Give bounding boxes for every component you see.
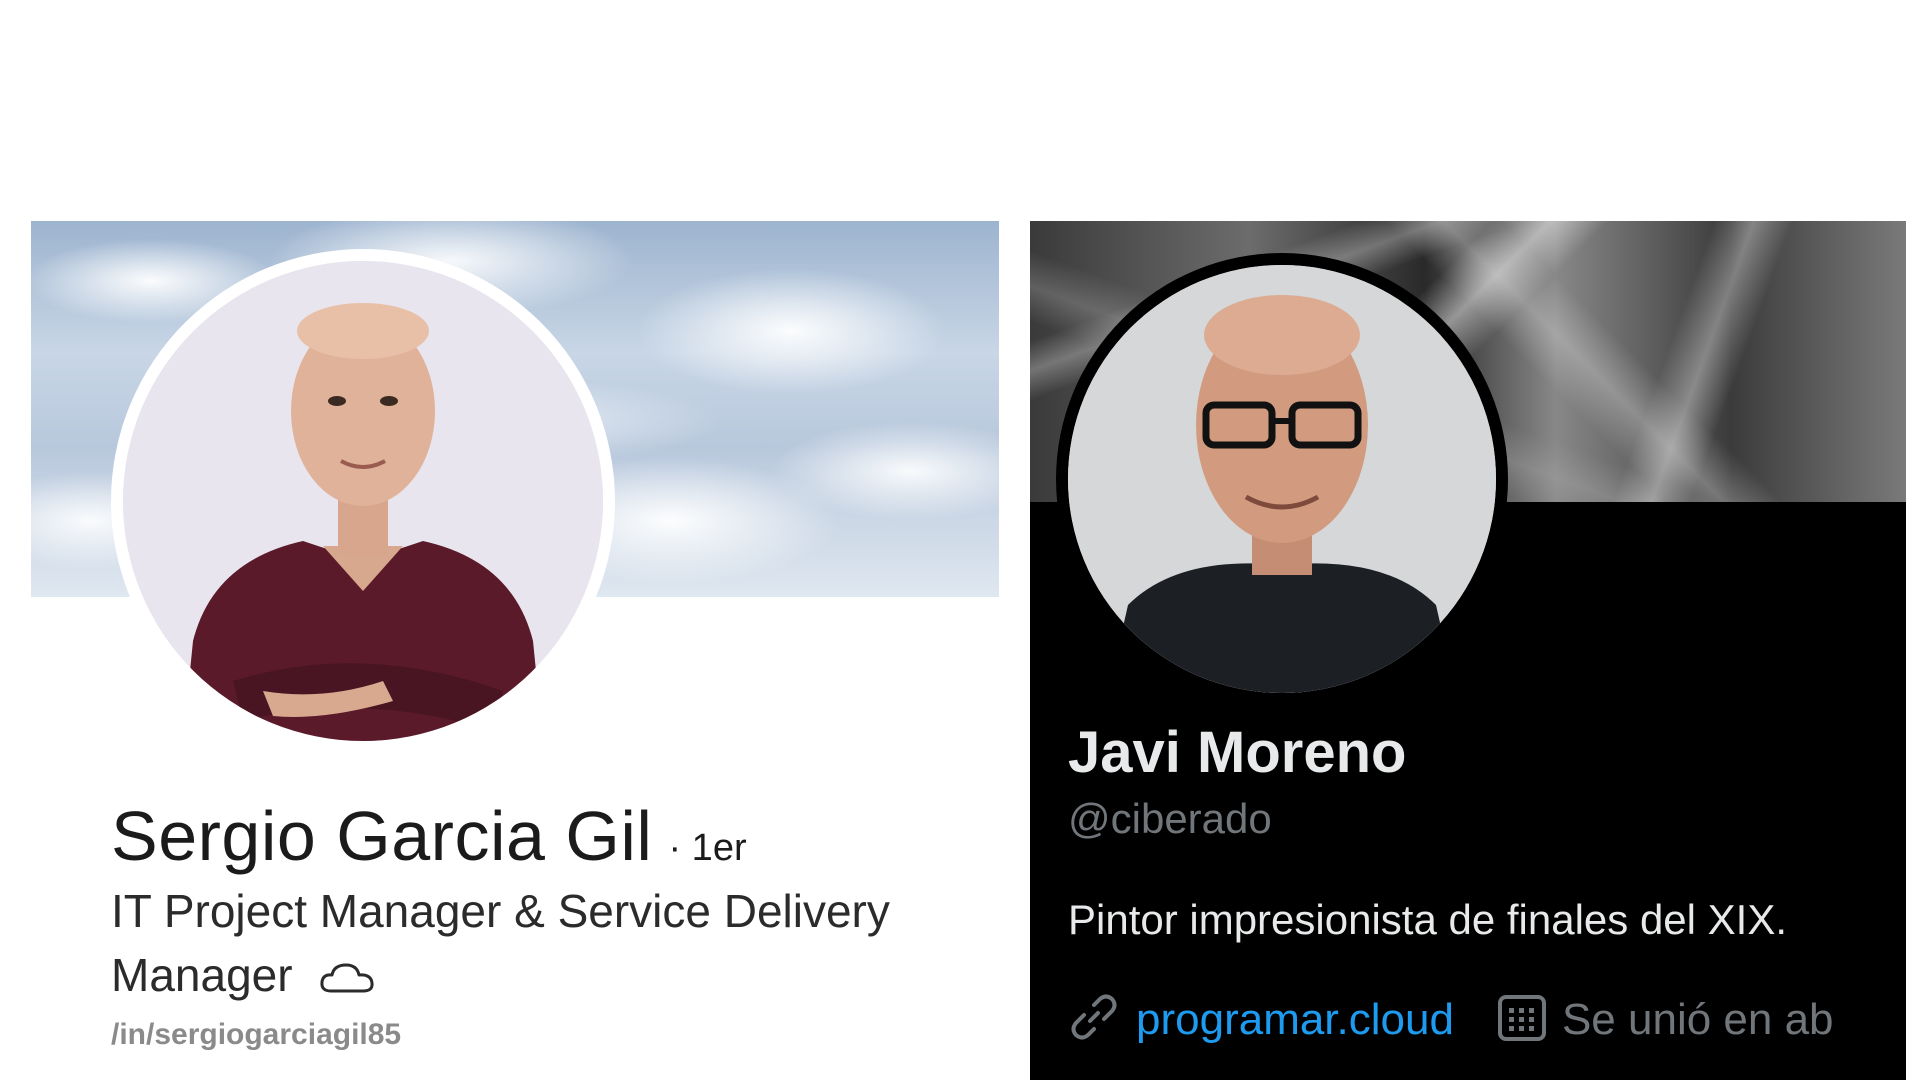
linkedin-profile-card: Sergio Garcia Gil · 1er IT Project Manag… (31, 221, 999, 1080)
connection-degree: · 1er (668, 827, 747, 869)
twitter-display-name: Javi Moreno (1068, 720, 1407, 785)
calendar-icon (1496, 991, 1548, 1048)
twitter-profile-card: Javi Moreno @ciberado Pintor impresionis… (1030, 221, 1906, 1080)
linkedin-name-row: Sergio Garcia Gil · 1er (111, 796, 747, 876)
twitter-avatar[interactable] (1068, 265, 1496, 693)
twitter-website-link[interactable]: programar.cloud (1136, 995, 1454, 1045)
linkedin-headline: IT Project Manager & Service Delivery Ma… (111, 879, 991, 1011)
linkedin-headline-text: IT Project Manager & Service Delivery Ma… (111, 885, 890, 1001)
link-icon (1068, 991, 1120, 1048)
linkedin-avatar[interactable] (123, 261, 603, 741)
cloud-icon (319, 947, 375, 1011)
twitter-handle: @ciberado (1068, 795, 1272, 842)
twitter-bio: Pintor impresionista de finales del XIX. (1068, 896, 1788, 943)
twitter-profile-meta: programar.cloud Se unió en ab (1068, 991, 1834, 1048)
twitter-join-date: Se unió en ab (1561, 994, 1834, 1044)
linkedin-name: Sergio Garcia Gil (111, 797, 653, 875)
linkedin-profile-url[interactable]: /in/sergiogarciagil85 (111, 1018, 401, 1052)
